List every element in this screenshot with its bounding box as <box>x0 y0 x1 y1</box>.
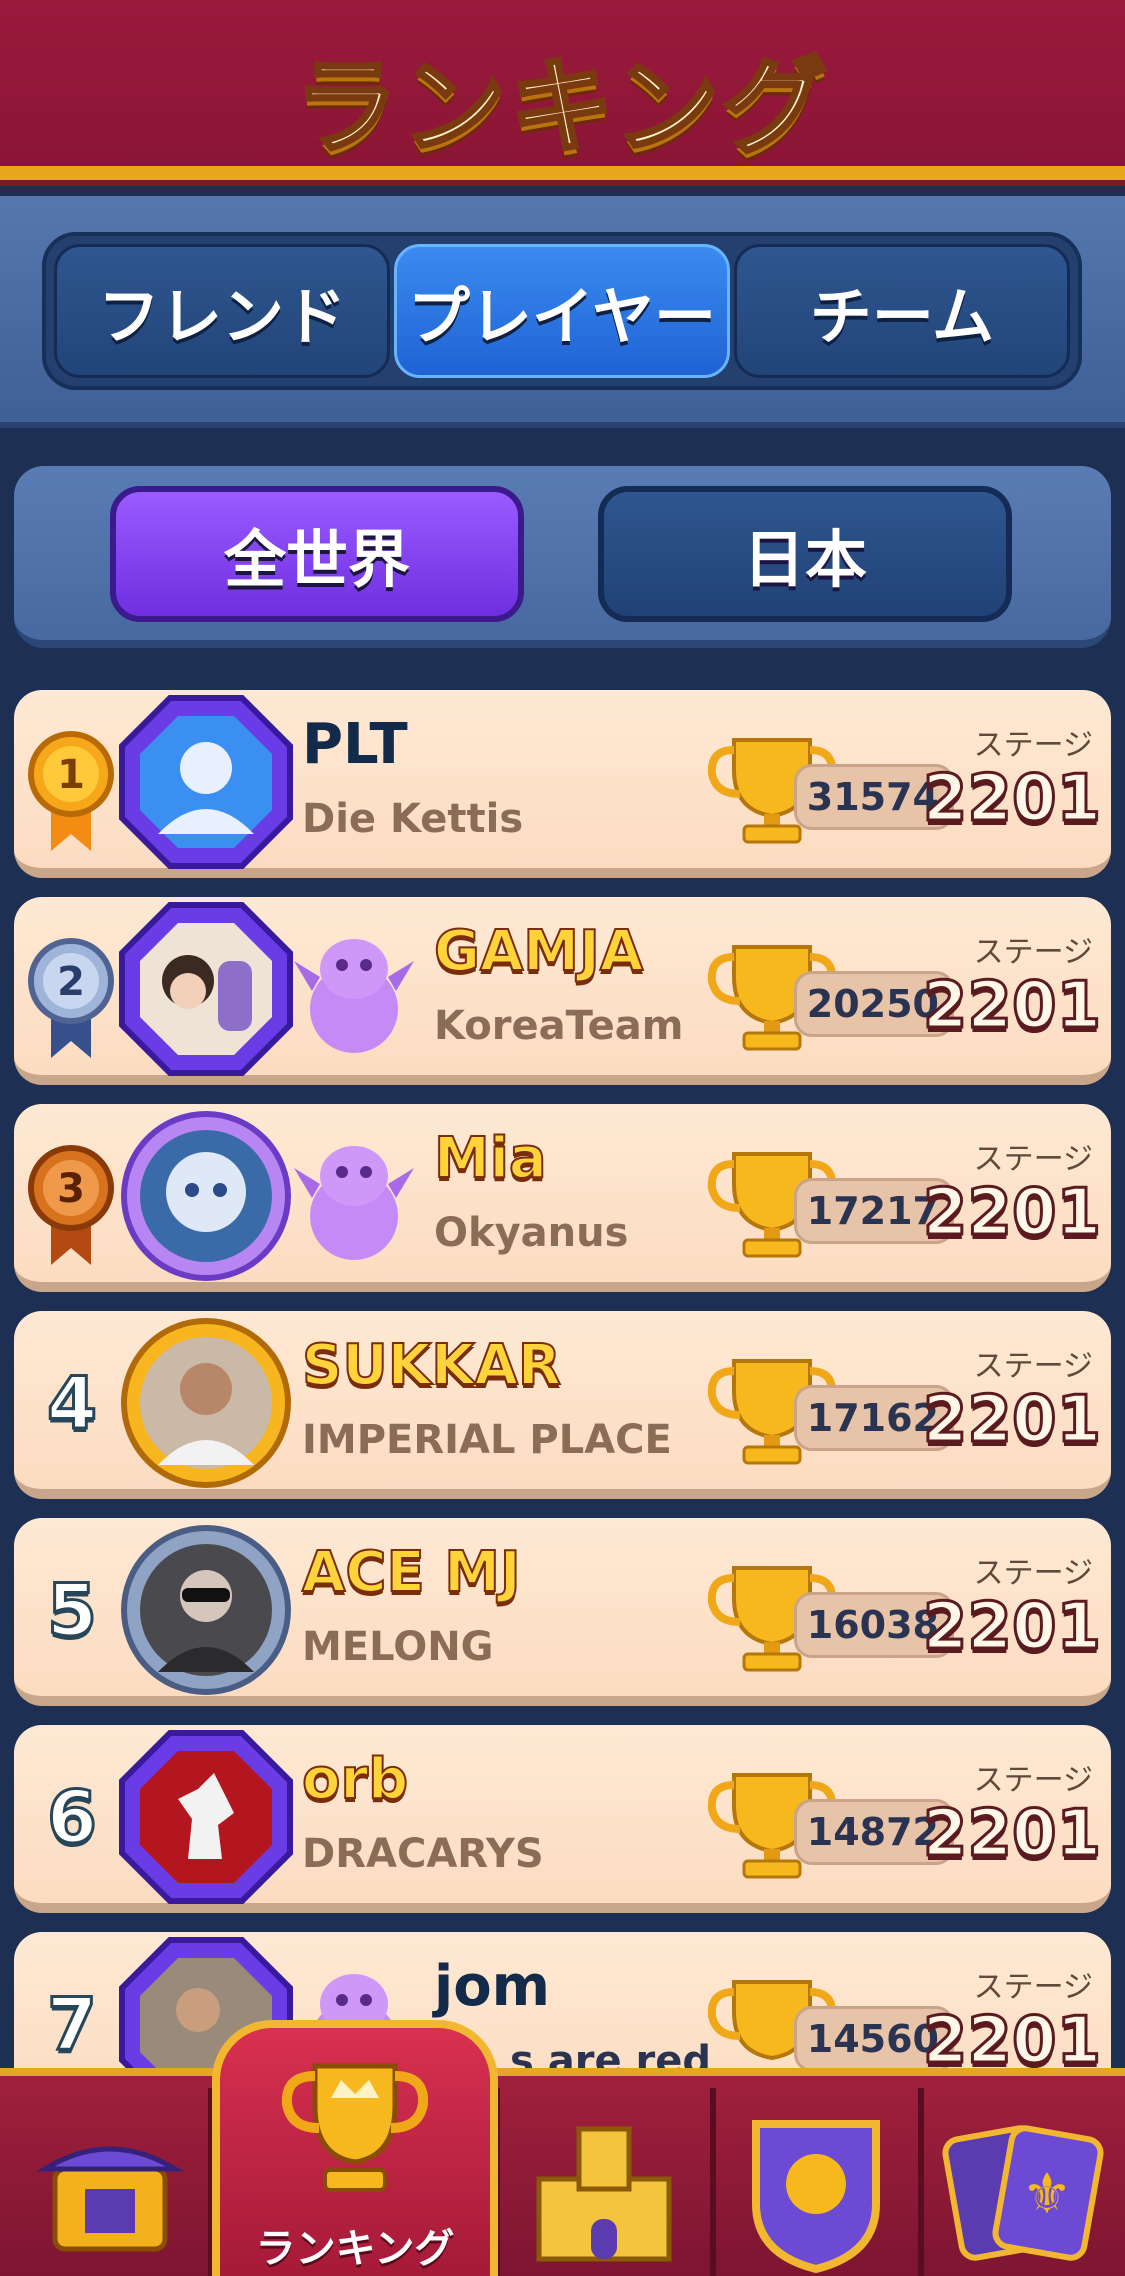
avatar[interactable] <box>118 694 294 870</box>
region-japan-button[interactable]: 日本 <box>598 486 1012 622</box>
tab-players[interactable]: プレイヤー <box>394 244 730 378</box>
player-name: SUKKAR <box>301 1332 562 1399</box>
stage-label: ステージ <box>973 935 1093 970</box>
player-name: jom <box>434 1954 551 2019</box>
header: ランキング <box>0 0 1125 180</box>
team-name: DRACARYS <box>302 1831 544 1877</box>
stage-value: 2201 <box>921 1796 1102 1873</box>
avatar[interactable] <box>118 1315 294 1491</box>
team-name: KoreaTeam <box>434 1003 684 1049</box>
stage-value: 2201 <box>921 761 1102 838</box>
stage-value: 2201 <box>921 1175 1102 1252</box>
stage-label: ステージ <box>973 1349 1093 1384</box>
stage-label: ステージ <box>973 728 1093 763</box>
silver-medal-icon: 2 <box>28 938 114 1058</box>
team-name: Die Kettis <box>302 796 524 842</box>
svg-text:⚜: ⚜ <box>1022 2162 1072 2227</box>
tab-group: フレンド プレイヤー チーム <box>42 232 1082 390</box>
leaderboard-row[interactable]: 1 PLT Die Kettis 31574 ステージ 2201 <box>14 690 1111 878</box>
rank-number: 6 <box>45 1774 98 1861</box>
nav-ranking[interactable]: ランキング <box>212 2020 498 2276</box>
medal-rank: 1 <box>57 752 85 798</box>
medal-rank: 3 <box>57 1166 85 1212</box>
stage-label: ステージ <box>973 1142 1093 1177</box>
region-toggle: 全世界 日本 <box>14 466 1111 648</box>
dragon-pet-icon <box>294 939 414 1053</box>
player-name: GAMJA <box>433 918 644 985</box>
stage-value: 2201 <box>921 1589 1102 1666</box>
leaderboard-row[interactable]: 2 GAMJA KoreaTeam 20250 ステージ 2201 <box>14 897 1111 1085</box>
stage-value: 2201 <box>921 968 1102 1045</box>
player-name: orb <box>301 1746 409 1813</box>
dragon-pet-icon <box>294 1146 414 1260</box>
castle-icon <box>536 2126 672 2262</box>
team-name: IMPERIAL PLACE <box>302 1417 672 1463</box>
leaderboard-row[interactable]: 6 orb DRACARYS 14872 ステージ 2201 <box>14 1725 1111 1913</box>
page-title: ランキング <box>292 44 831 170</box>
crown-trophy-icon <box>281 2063 429 2192</box>
leaderboard-row[interactable]: 4 SUKKAR IMPERIAL PLACE 17162 ステージ 2201 <box>14 1311 1111 1499</box>
avatar[interactable] <box>118 1729 294 1905</box>
rank-number: 4 <box>45 1360 98 1447</box>
team-name: MELONG <box>302 1624 494 1670</box>
team-name: Okyanus <box>434 1210 629 1256</box>
leaderboard-row[interactable]: 3 Mia Okyanus 17217 ステージ 2201 <box>14 1104 1111 1292</box>
nav-team[interactable] <box>716 2096 916 2276</box>
stage-label: ステージ <box>973 1556 1093 1591</box>
medal-rank: 2 <box>57 959 85 1005</box>
team-shield-icon <box>752 2120 880 2274</box>
tab-teams[interactable]: チーム <box>734 244 1070 378</box>
player-name: ACE MJ <box>301 1539 522 1606</box>
nav-shop[interactable] <box>10 2096 210 2276</box>
stage-label: ステージ <box>973 1970 1093 2005</box>
stage-label: ステージ <box>973 1763 1093 1798</box>
shop-icon <box>36 2146 184 2252</box>
leaderboard-row[interactable]: 5 ACE MJ MELONG 16038 ステージ 2201 <box>14 1518 1111 1706</box>
tab-friends[interactable]: フレンド <box>54 244 390 378</box>
rank-number: 7 <box>45 1981 98 2068</box>
nav-castle[interactable] <box>504 2096 704 2276</box>
tab-bar: フレンド プレイヤー チーム <box>0 196 1125 428</box>
player-name: PLT <box>302 712 408 777</box>
avatar[interactable] <box>118 1522 294 1698</box>
bottom-nav: ⚜ <box>0 2068 1125 2276</box>
stage-value: 2201 <box>921 1382 1102 1459</box>
nav-collection[interactable]: ⚜ <box>924 2096 1124 2276</box>
rank-number: 5 <box>45 1567 98 1654</box>
region-world-button[interactable]: 全世界 <box>110 486 524 622</box>
avatar[interactable] <box>118 901 294 1077</box>
nav-ranking-label: ランキング <box>255 2226 455 2272</box>
gold-medal-icon: 1 <box>28 731 114 851</box>
cards-icon: ⚜ <box>942 2125 1104 2261</box>
player-name: Mia <box>433 1125 548 1192</box>
stage-value: 2201 <box>921 2003 1102 2080</box>
avatar[interactable] <box>118 1108 294 1284</box>
bronze-medal-icon: 3 <box>28 1145 114 1265</box>
